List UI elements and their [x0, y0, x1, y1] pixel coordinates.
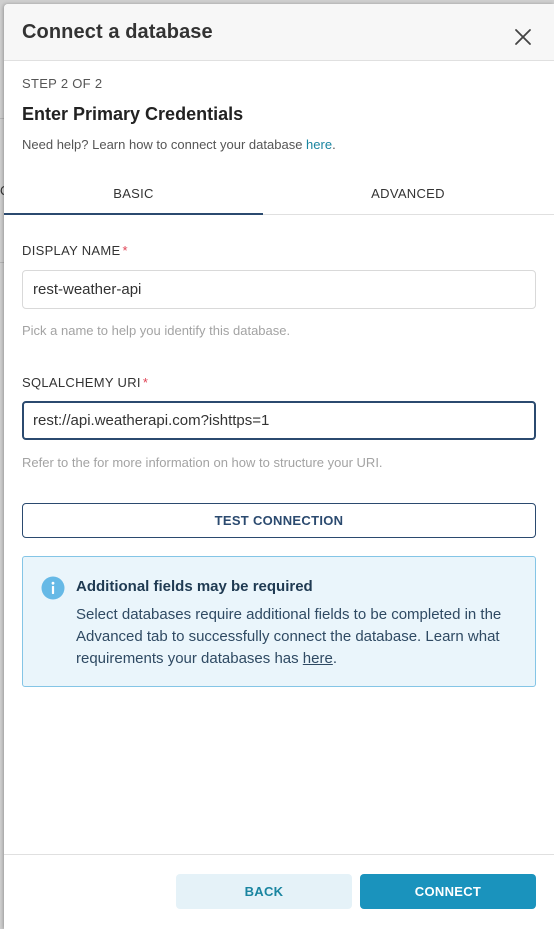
help-text-prefix: Need help? Learn how to connect your dat… [22, 137, 307, 152]
close-button[interactable] [510, 24, 536, 50]
required-marker: * [142, 375, 149, 390]
modal-title: Connect a database [22, 21, 213, 43]
alert-requirements-link[interactable]: here [303, 650, 333, 667]
modal-footer: BACK CONNECT [4, 854, 554, 929]
sqlalchemy-uri-label: SQLALCHEMY URI * [22, 375, 148, 390]
sqlalchemy-uri-input[interactable]: rest://api.weatherapi.com?ishttps=1 [22, 401, 536, 440]
info-icon [41, 576, 65, 600]
close-icon [515, 29, 531, 45]
sqlalchemy-uri-label-text: SQLALCHEMY URI [22, 375, 141, 390]
connect-button[interactable]: CONNECT [360, 874, 536, 909]
display-name-hint: Pick a name to help you identify this da… [22, 323, 291, 338]
alert-body-text: Select databases require additional fiel… [76, 606, 502, 667]
info-alert: Additional fields may be required Select… [22, 556, 536, 687]
required-marker: * [122, 243, 128, 258]
help-link[interactable]: here [306, 137, 332, 152]
tab-bar: BASIC ADVANCED [4, 174, 554, 215]
alert-body: Select databases require additional fiel… [76, 604, 526, 670]
section-title: Enter Primary Credentials [22, 104, 244, 124]
display-name-input[interactable]: rest-weather-api [22, 270, 536, 309]
step-indicator: STEP 2 OF 2 [22, 76, 103, 91]
display-name-label: DISPLAY NAME * [22, 243, 128, 258]
alert-title: Additional fields may be required [76, 578, 313, 595]
help-text-suffix: . [332, 137, 336, 152]
display-name-label-text: DISPLAY NAME [22, 243, 121, 258]
tab-basic[interactable]: BASIC [4, 174, 263, 215]
tab-advanced[interactable]: ADVANCED [278, 174, 538, 214]
alert-body-suffix: . [332, 650, 337, 667]
connect-database-modal: Connect a database STEP 2 OF 2 Enter Pri… [4, 4, 554, 929]
test-connection-button[interactable]: TEST CONNECTION [22, 503, 536, 538]
back-button[interactable]: BACK [176, 874, 352, 909]
help-text: Need help? Learn how to connect your dat… [22, 137, 336, 152]
modal-header: Connect a database [4, 4, 554, 61]
sqlalchemy-uri-hint: Refer to the for more information on how… [22, 455, 383, 470]
